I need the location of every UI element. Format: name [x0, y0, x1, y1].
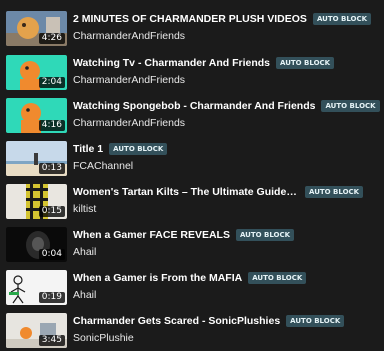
video-title[interactable]: Charmander Gets Scared - SonicPlushies — [73, 315, 280, 327]
video-title[interactable]: Watching Spongebob - Charmander And Frie… — [73, 100, 315, 112]
channel-name[interactable]: CharmanderAndFriends — [73, 74, 380, 87]
video-thumbnail[interactable]: 0:19 — [6, 270, 67, 305]
auto-block-badge: AUTO BLOCK — [312, 12, 372, 25]
video-thumbnail[interactable]: 4:16 — [6, 98, 67, 133]
video-row[interactable]: 0:19 When a Gamer is From the MAFIA AUTO… — [0, 270, 384, 308]
video-duration: 0:04 — [38, 249, 65, 260]
video-row[interactable]: 3:45 Charmander Gets Scared - SonicPlush… — [0, 313, 384, 351]
video-title[interactable]: Watching Tv - Charmander And Friends — [73, 57, 270, 69]
video-thumbnail[interactable]: 0:15 — [6, 184, 67, 219]
video-thumbnail[interactable]: 0:04 — [6, 227, 67, 262]
video-duration: 3:45 — [38, 335, 65, 346]
video-row[interactable]: 0:15 Women's Tartan Kilts – The Ultimate… — [0, 184, 384, 222]
video-row[interactable]: 2:04 Watching Tv - Charmander And Friend… — [0, 55, 384, 93]
video-duration: 0:15 — [38, 206, 65, 217]
video-thumbnail[interactable]: 4:26 — [6, 11, 67, 46]
video-title[interactable]: Women's Tartan Kilts – The Ultimate Guid… — [73, 186, 299, 198]
video-thumbnail[interactable]: 2:04 — [6, 55, 67, 90]
video-title[interactable]: 2 MINUTES OF CHARMANDER PLUSH VIDEOS — [73, 13, 307, 25]
auto-block-badge: AUTO BLOCK — [286, 314, 345, 327]
video-list: 4:26 2 MINUTES OF CHARMANDER PLUSH VIDEO… — [0, 0, 384, 349]
video-thumbnail[interactable]: 0:13 — [6, 141, 67, 176]
channel-name[interactable]: CharmanderAndFriends — [73, 30, 380, 43]
video-row[interactable]: 4:26 2 MINUTES OF CHARMANDER PLUSH VIDEO… — [0, 11, 384, 49]
auto-block-badge: AUTO BLOCK — [276, 56, 335, 69]
video-duration: 0:13 — [38, 163, 65, 174]
video-duration: 4:26 — [38, 33, 65, 44]
video-title[interactable]: Title 1 — [73, 143, 103, 155]
auto-block-badge: AUTO BLOCK — [305, 185, 364, 198]
video-duration: 2:04 — [38, 77, 65, 88]
auto-block-badge: AUTO BLOCK — [321, 99, 380, 112]
video-row[interactable]: 4:16 Watching Spongebob - Charmander And… — [0, 98, 384, 136]
auto-block-badge: AUTO BLOCK — [109, 142, 168, 155]
channel-name[interactable]: SonicPlushie — [73, 332, 380, 345]
video-duration: 4:16 — [38, 120, 65, 131]
auto-block-badge: AUTO BLOCK — [248, 271, 307, 284]
channel-name[interactable]: FCAChannel — [73, 160, 380, 173]
video-title[interactable]: When a Gamer FACE REVEALS — [73, 229, 230, 241]
auto-block-badge: AUTO BLOCK — [235, 228, 295, 241]
video-row[interactable]: 0:13 Title 1 AUTO BLOCK FCAChannel — [0, 141, 384, 179]
channel-name[interactable]: Ahail — [73, 246, 380, 259]
channel-name[interactable]: CharmanderAndFriends — [73, 117, 380, 130]
video-thumbnail[interactable]: 3:45 — [6, 313, 67, 348]
channel-name[interactable]: kiltist — [73, 203, 380, 216]
video-title[interactable]: When a Gamer is From the MAFIA — [73, 272, 242, 284]
video-row[interactable]: 0:04 When a Gamer FACE REVEALS AUTO BLOC… — [0, 227, 384, 265]
channel-name[interactable]: Ahail — [73, 289, 380, 302]
video-duration: 0:19 — [38, 292, 65, 303]
